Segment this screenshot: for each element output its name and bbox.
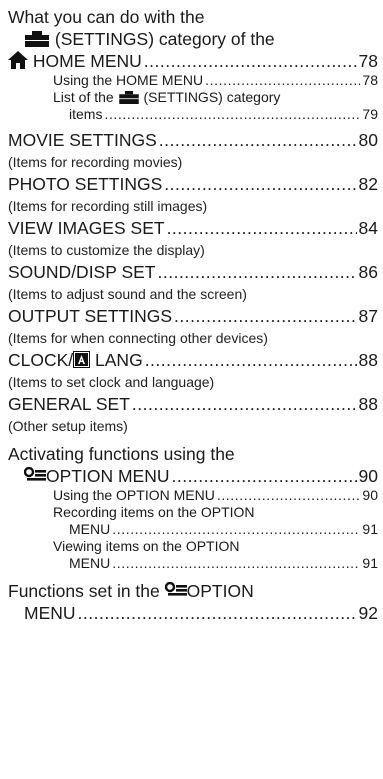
toc-subitem[interactable]: Using the OPTION MENU90	[8, 487, 378, 504]
toc-subitem-continued[interactable]: MENU91	[8, 555, 378, 572]
option-icon	[23, 466, 46, 489]
toc-entry[interactable]: OUTPUT SETTINGS87	[8, 305, 378, 327]
language-icon	[73, 351, 91, 373]
toc-entry[interactable]: CLOCK/ LANG 88	[8, 349, 378, 371]
page-number: 78	[358, 51, 378, 71]
settings-heading-text: What you can do with the	[8, 7, 205, 27]
toc-subitem[interactable]: Recording items on the OPTION	[8, 504, 378, 521]
toc-entry-description: (Items for recording movies)	[8, 154, 183, 170]
toolbox-icon	[24, 30, 50, 52]
settings-heading-line2: (SETTINGS) category of the	[8, 28, 378, 50]
functions-heading-line2[interactable]: MENU92	[8, 602, 378, 624]
toc-entry-description: (Items for recording still images)	[8, 198, 208, 214]
toc-subitem[interactable]: Viewing items on the OPTION	[8, 538, 378, 555]
option-heading-line2[interactable]: OPTION MENU 90	[8, 465, 378, 487]
toc-entry-description: (Items to customize the display)	[8, 242, 205, 258]
settings-heading-line3[interactable]: HOME MENU 78	[8, 50, 378, 72]
toc-entry-description: (Other setup items)	[8, 418, 128, 434]
toc-entry-description: (Items for when connecting other devices…	[8, 330, 268, 346]
toc-entry[interactable]: VIEW IMAGES SET84	[8, 217, 378, 239]
toc-entry[interactable]: MOVIE SETTINGS80	[8, 129, 378, 151]
functions-heading-line1: Functions set in the OPTION	[8, 580, 378, 602]
option-icon	[164, 581, 187, 604]
toc-entry[interactable]: PHOTO SETTINGS82	[8, 173, 378, 195]
toc-entry[interactable]: SOUND/DISP SET86	[8, 261, 378, 283]
option-heading-line1: Activating functions using the	[8, 444, 235, 464]
toc-entry[interactable]: GENERAL SET88	[8, 393, 378, 415]
toc-subitem[interactable]: Using the HOME MENU 78	[8, 72, 378, 89]
home-menu-label: HOME MENU	[32, 51, 142, 71]
home-icon	[8, 51, 28, 74]
toc-subitem-continued[interactable]: items 79	[8, 106, 378, 123]
toc-subitem-continued[interactable]: MENU91	[8, 521, 378, 538]
table-of-contents: What you can do with the (SETTINGS) cate…	[8, 0, 378, 624]
toc-subitem[interactable]: List of the (SETTINGS) category	[8, 89, 378, 106]
toc-entry-description: (Items to adjust sound and the screen)	[8, 286, 247, 302]
settings-heading-line1: What you can do with the	[8, 6, 378, 28]
toc-entry-description: (Items to set clock and language)	[8, 374, 215, 390]
